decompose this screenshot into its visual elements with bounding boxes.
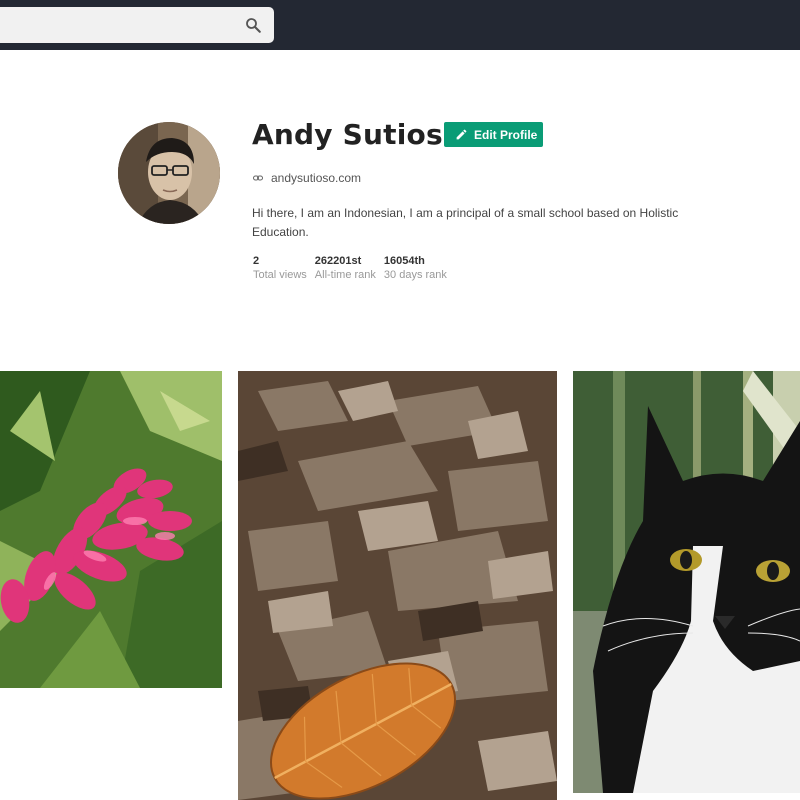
profile-bio: Hi there, I am an Indonesian, I am a pri… <box>252 206 679 239</box>
profile-stats: 2 Total views 262201st All-time rank 160… <box>253 255 447 282</box>
stat-value: 262201st <box>314 255 362 267</box>
avatar <box>118 122 220 224</box>
stat-value: 2 <box>253 255 260 267</box>
search-input[interactable] <box>0 7 250 43</box>
stat-label: 30 days rank <box>383 269 447 281</box>
photo-fallen-leaves[interactable] <box>238 371 557 800</box>
stat-label: Total views <box>253 269 307 281</box>
avatar-image <box>118 122 220 224</box>
website-text: andysutioso.com <box>271 171 362 185</box>
search-box[interactable] <box>0 7 274 43</box>
flower-image <box>0 371 222 688</box>
leaves-image <box>238 371 557 800</box>
stat-all-time-rank: 262201st All-time rank <box>315 255 376 282</box>
stat-30-days-rank: 16054th 30 days rank <box>384 255 447 282</box>
stat-label: All-time rank <box>314 269 376 281</box>
profile-name: Andy Sutioso <box>252 118 463 151</box>
pencil-icon <box>456 129 467 140</box>
top-bar <box>0 0 800 50</box>
photo-cat[interactable] <box>573 371 800 793</box>
search-icon[interactable] <box>244 16 262 34</box>
edit-profile-button[interactable]: Edit Profile <box>444 122 543 147</box>
photo-pink-flower[interactable] <box>0 371 222 688</box>
stat-value: 16054th <box>383 255 425 267</box>
website-link[interactable]: andysutioso.com <box>253 171 361 185</box>
link-icon <box>253 175 263 181</box>
stat-total-views: 2 Total views <box>253 255 307 282</box>
cat-image <box>573 371 800 793</box>
edit-profile-label: Edit Profile <box>474 127 538 142</box>
